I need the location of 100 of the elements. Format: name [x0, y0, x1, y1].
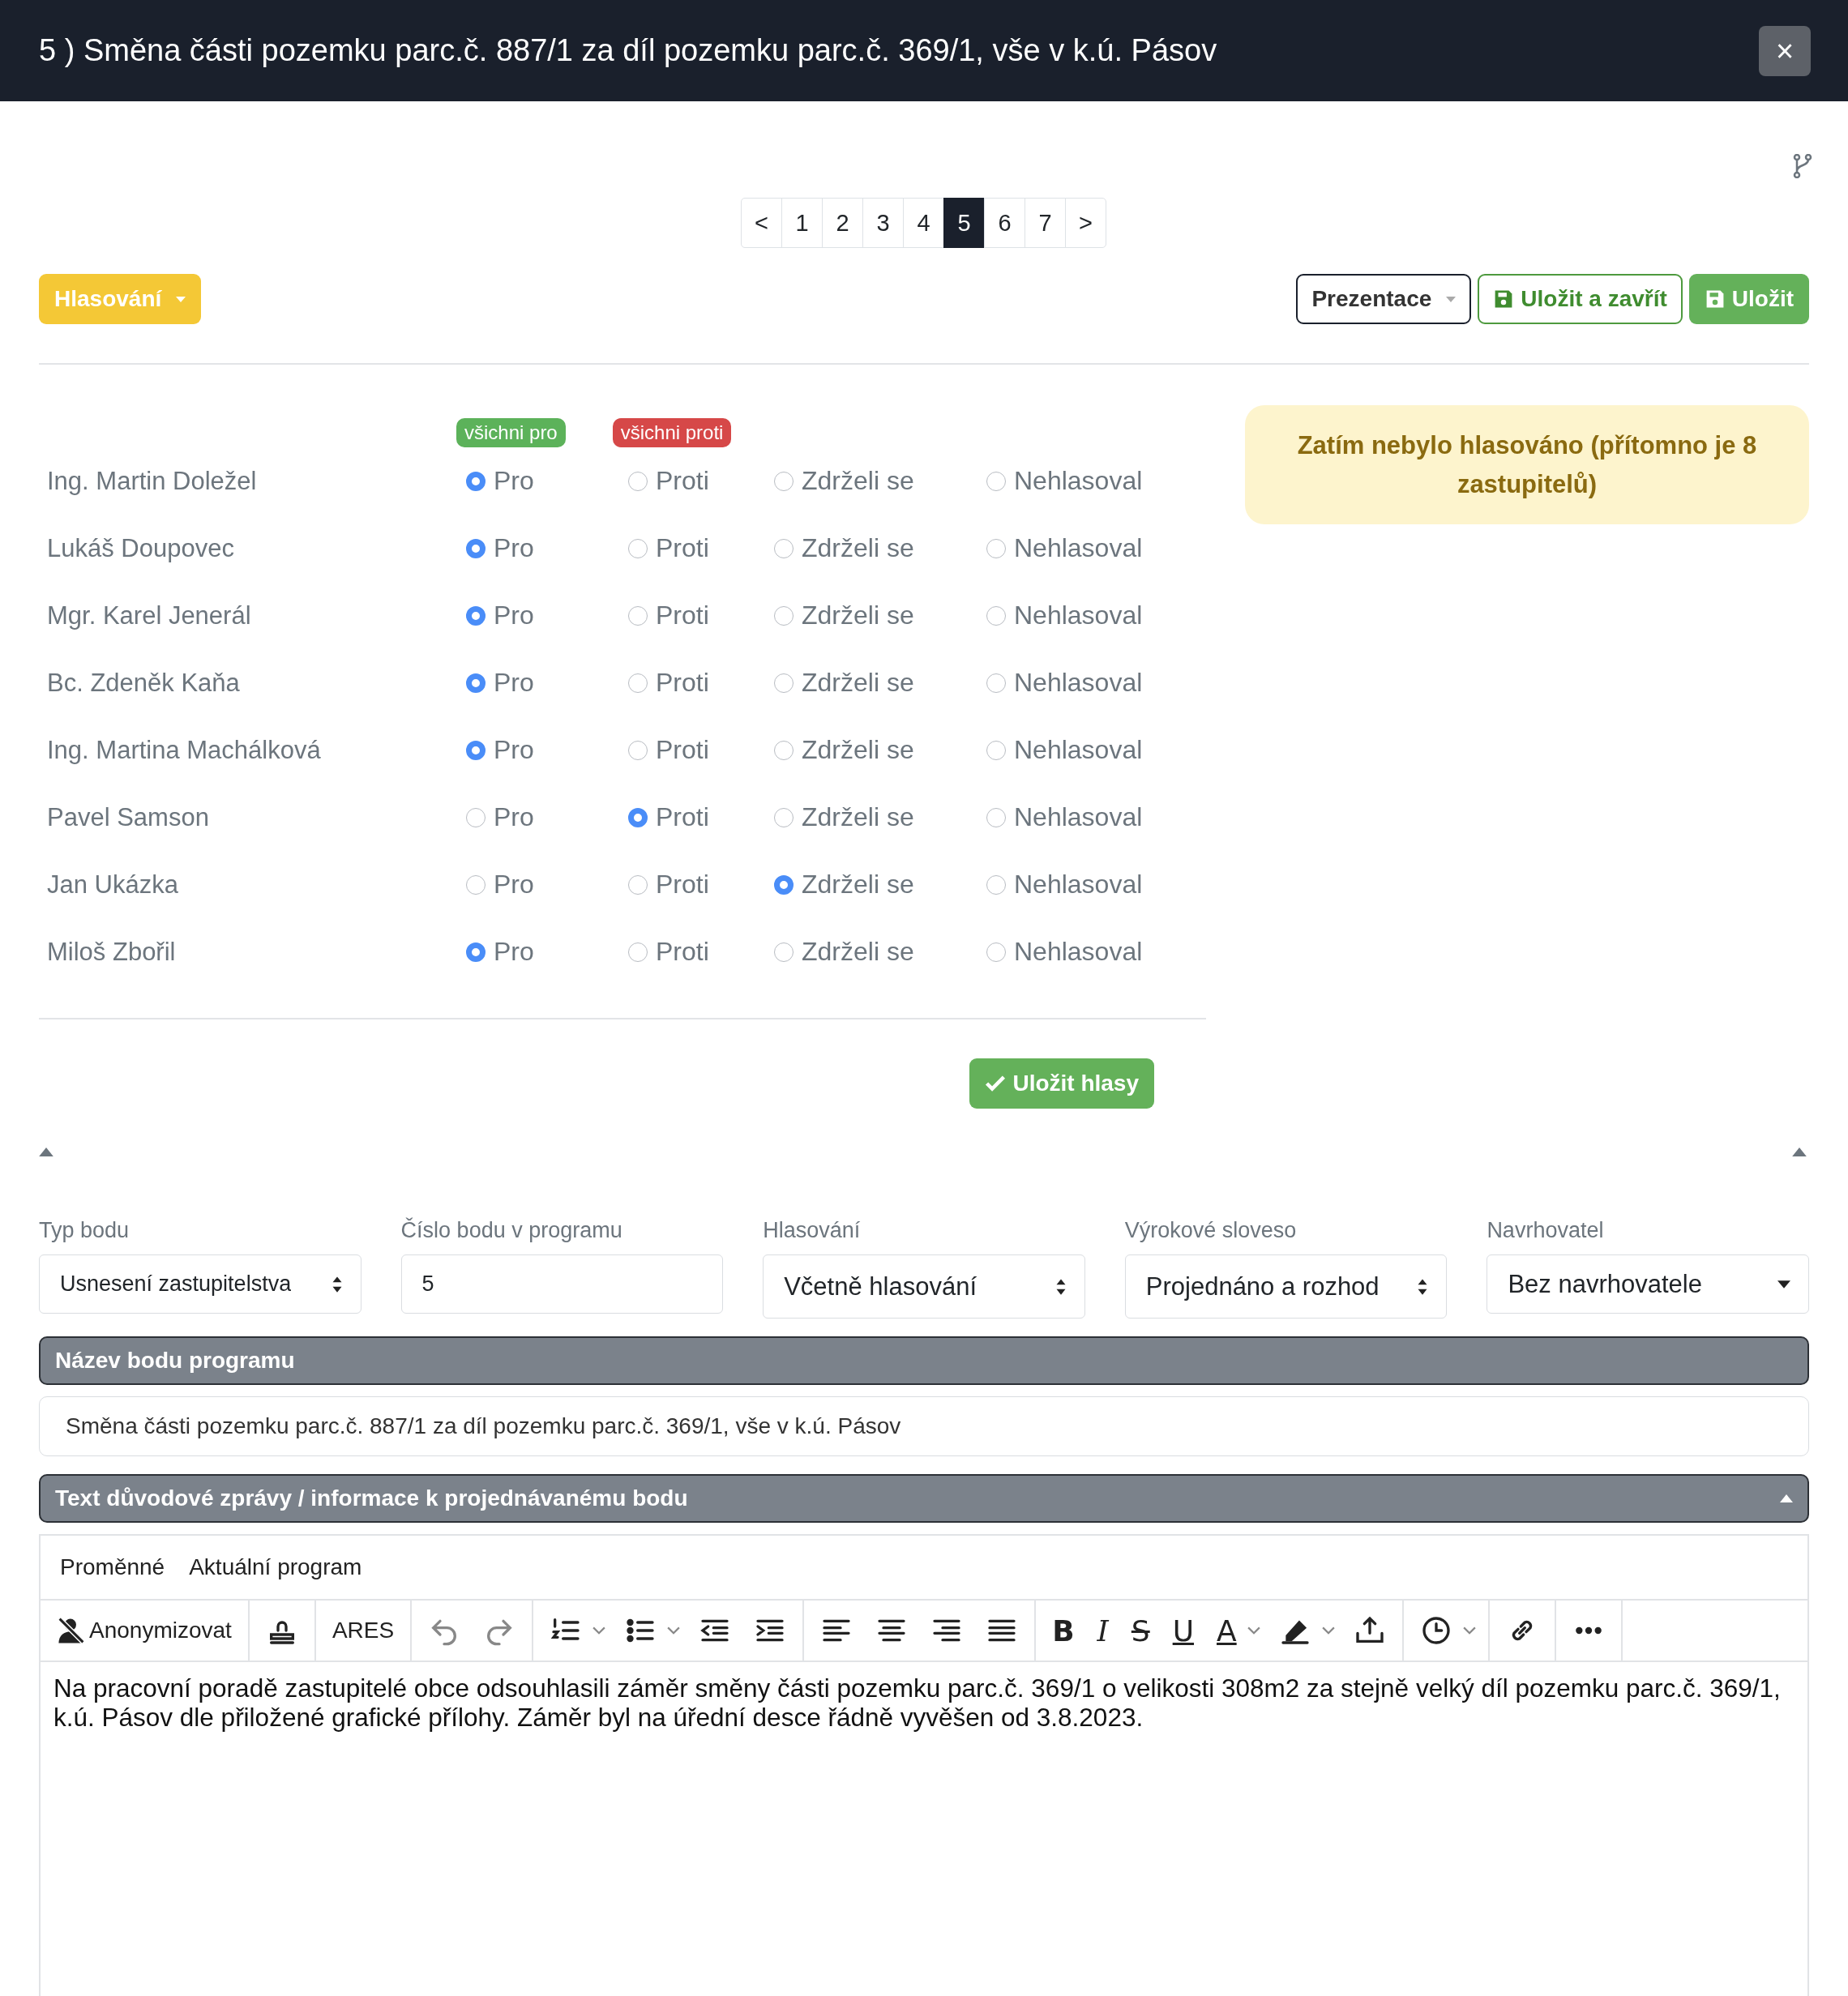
radio-button[interactable] [986, 874, 1006, 895]
radio-button[interactable] [628, 538, 648, 558]
sort-arrows-icon [331, 1275, 343, 1293]
caret-icon[interactable] [1246, 1626, 1261, 1635]
collapse-icon[interactable] [1780, 1494, 1793, 1502]
option-label: Nehlasoval [1014, 668, 1143, 698]
section-header[interactable]: Název bodu programu [39, 1336, 1809, 1385]
radio-button[interactable] [466, 538, 486, 558]
radio-button[interactable] [774, 807, 794, 827]
radio-button[interactable] [774, 673, 794, 693]
page-link[interactable]: < [741, 198, 782, 248]
radio-button[interactable] [466, 942, 486, 962]
vote-status-alert: Zatím nebylo hlasováno (přítomno je 8 zastupitelů) [1245, 405, 1809, 524]
select-field[interactable]: Bez navrhovatele [1487, 1254, 1809, 1314]
option-label: Zdrželi se [802, 466, 914, 496]
italic-button[interactable]: I [1085, 1606, 1120, 1655]
radio-button[interactable] [986, 673, 1006, 693]
radio-button[interactable] [986, 538, 1006, 558]
radio-button[interactable] [986, 740, 1006, 760]
radio-button[interactable] [774, 942, 794, 962]
radio-button[interactable] [628, 471, 648, 491]
radio-button[interactable] [774, 605, 794, 626]
collapse-icon[interactable] [1792, 1148, 1807, 1156]
strikethrough-button[interactable]: S [1119, 1606, 1161, 1655]
collapse-icon[interactable] [39, 1148, 53, 1156]
radio-button[interactable] [986, 605, 1006, 626]
option-label: Proti [656, 466, 709, 496]
page-link[interactable]: 1 [781, 198, 823, 248]
option-label: Pro [494, 668, 534, 698]
save-close-button[interactable]: Uložit a zavřít [1478, 274, 1683, 324]
radio-button[interactable] [628, 942, 648, 962]
caret-icon[interactable] [1320, 1626, 1336, 1635]
option-label: Zdrželi se [802, 533, 914, 563]
radio-button[interactable] [628, 673, 648, 693]
radio-button[interactable] [466, 874, 486, 895]
field-label: Typ bodu [39, 1218, 130, 1243]
page-link[interactable]: 4 [903, 198, 944, 248]
field-label: Hlasování [763, 1218, 862, 1243]
close-button[interactable]: × [1759, 25, 1811, 76]
radio-button[interactable] [986, 471, 1006, 491]
radio-button[interactable] [628, 874, 648, 895]
page-link[interactable]: > [1065, 198, 1106, 248]
member-name: Ing. Martina Machálková [46, 735, 322, 765]
option-label: Proti [656, 668, 709, 698]
radio-button[interactable] [986, 942, 1006, 962]
select-field[interactable]: Usnesení zastupitelstva [39, 1254, 361, 1314]
menu-item[interactable]: Aktuální program [179, 1554, 372, 1580]
menu-item[interactable]: Proměnné [50, 1554, 175, 1580]
sort-arrows-icon [1054, 1277, 1067, 1296]
option-label: Zdrželi se [802, 937, 914, 967]
radio-button[interactable] [774, 471, 794, 491]
option-label: Pro [494, 802, 534, 832]
text-color-button[interactable]: A [1205, 1606, 1248, 1655]
radio-button[interactable] [774, 874, 794, 895]
field-label: Číslo bodu v programu [400, 1218, 623, 1243]
caret-icon[interactable] [1461, 1626, 1477, 1635]
caret-icon[interactable] [666, 1626, 682, 1635]
option-label: Pro [494, 870, 534, 900]
page-link[interactable]: 2 [822, 198, 863, 248]
radio-button[interactable] [466, 605, 486, 626]
option-label: Nehlasoval [1014, 735, 1143, 765]
radio-button[interactable] [466, 740, 486, 760]
option-label: Pro [494, 735, 534, 765]
title-input[interactable]: Směna části pozemku parc.č. 887/1 za díl pozemku parc.č. 369/1, vše v k.ú. Pásov [39, 1396, 1809, 1456]
underline-button[interactable]: U [1161, 1606, 1206, 1655]
radio-button[interactable] [774, 740, 794, 760]
presentation-dropdown[interactable]: Prezentace [1296, 274, 1472, 324]
editor-text[interactable]: Na pracovní poradě zastupitelé obce odsouhlasili záměr směny části pozemku parc.č. 369/1 o velikosti 308m2 za stejně velký díl pozemku parc.č. 369/1, k.ú. Pásov dle přiložené grafické přílohy. Záměr byl na úřední desce řádně vyvěšen od 3.8.2023. [41, 1662, 1807, 1743]
option-label: Nehlasoval [1014, 601, 1143, 630]
option-label: Zdrželi se [802, 601, 914, 630]
option-label: Pro [494, 937, 534, 967]
bold-button[interactable]: B [1041, 1606, 1086, 1655]
member-name: Ing. Martin Doležel [46, 466, 258, 496]
radio-button[interactable] [986, 807, 1006, 827]
page-link[interactable]: 5 [943, 198, 985, 248]
page-link[interactable]: 6 [984, 198, 1025, 248]
option-label: Zdrželi se [802, 735, 914, 765]
all-against-badge[interactable]: všichni proti [612, 418, 732, 447]
option-label: Pro [494, 466, 534, 496]
option-label: Pro [494, 601, 534, 630]
person-slash-icon [57, 1616, 86, 1645]
page-link[interactable]: 3 [862, 198, 904, 248]
radio-button[interactable] [466, 471, 486, 491]
radio-button[interactable] [774, 538, 794, 558]
radio-button[interactable] [628, 807, 648, 827]
section-header[interactable]: Text důvodové zprávy / informace k projednávanému bodu [39, 1474, 1809, 1523]
radio-button[interactable] [628, 605, 648, 626]
radio-button[interactable] [466, 673, 486, 693]
branch-icon[interactable] [1793, 154, 1812, 178]
radio-button[interactable] [466, 807, 486, 827]
anonymize-button[interactable]: Anonymizovat [45, 1606, 243, 1655]
ares-button[interactable]: ARES [320, 1606, 406, 1655]
option-label: Proti [656, 870, 709, 900]
number-input[interactable]: 5 [400, 1254, 724, 1314]
select-field[interactable]: Včetně hlasování [763, 1254, 1085, 1319]
radio-button[interactable] [628, 740, 648, 760]
select-field[interactable]: Projednáno a rozhod [1124, 1254, 1448, 1319]
option-label: Proti [656, 601, 709, 630]
page-link[interactable]: 7 [1025, 198, 1066, 248]
caret-icon[interactable] [592, 1626, 607, 1635]
